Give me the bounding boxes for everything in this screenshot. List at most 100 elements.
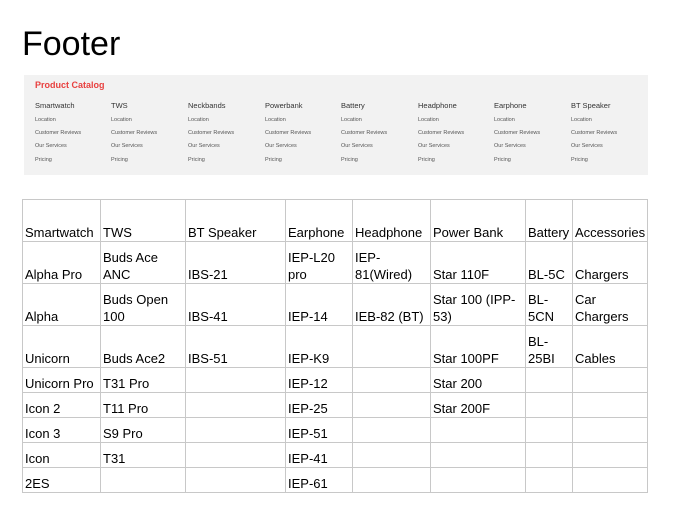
table-cell (185, 442, 286, 468)
table-cell: IEP-81(Wired) (352, 241, 431, 284)
footer-link: Location (494, 117, 515, 123)
table-header-row: Smartwatch TWS BT Speaker Earphone Headphone… (22, 199, 649, 242)
table-cell: IEP-41 (285, 442, 353, 468)
footer-column-heading: Neckbands (188, 101, 226, 110)
table-header-cell: BT Speaker (185, 199, 286, 242)
table-cell (571, 467, 649, 493)
footer-column: Smartwatch Location Customer Reviews Our Se… (35, 101, 107, 169)
table-cell: 2ES (22, 467, 101, 493)
table-cell: BL-5C (525, 241, 573, 284)
table-row: Alpha Buds Open 100 IBS-41 IEP-14 IEB-82 (BT… (22, 283, 649, 326)
table-cell (525, 467, 573, 493)
product-table: Smartwatch TWS BT Speaker Earphone Headphone… (22, 199, 649, 493)
table-cell: Icon (22, 442, 101, 468)
table-cell: Star 110F (430, 241, 526, 284)
table-cell (430, 442, 526, 468)
footer-column-heading: Headphone (418, 101, 457, 110)
table-cell: T31 (100, 442, 186, 468)
table-cell (571, 367, 649, 393)
footer-link: Customer Reviews (35, 130, 82, 137)
footer-column-heading: Powerbank (265, 101, 303, 110)
footer-link: Location (111, 117, 132, 123)
table-cell: BL-25BI (525, 325, 573, 368)
table-cell: Buds Ace2 (100, 325, 186, 368)
footer-link: Customer Reviews (571, 130, 618, 137)
table-row: Icon 3 S9 Pro IEP-51 (22, 417, 649, 443)
footer-link: Location (571, 117, 592, 123)
table-cell (525, 367, 573, 393)
table-header-cell: Earphone (285, 199, 353, 242)
table-cell: Unicorn (22, 325, 101, 368)
table-cell (525, 442, 573, 468)
table-cell (571, 392, 649, 418)
table-cell (352, 467, 431, 493)
table-cell: IEP-14 (285, 283, 353, 326)
table-cell: IBS-51 (185, 325, 286, 368)
footer-link: Pricing (111, 156, 128, 163)
table-cell: IEB-82 (BT) (352, 283, 431, 326)
footer-link: Customer Reviews (111, 130, 158, 137)
footer-link: Our Services (35, 143, 67, 150)
table-cell: Alpha Pro (22, 241, 101, 284)
table-header-cell: Power Bank (430, 199, 526, 242)
table-cell: IEP-25 (285, 392, 353, 418)
table-cell: IEP-L20 pro (285, 241, 353, 284)
footer-link: Our Services (188, 143, 220, 150)
page-title: Footer (22, 25, 121, 63)
footer-link: Our Services (494, 143, 526, 150)
table-cell: Unicorn Pro (22, 367, 101, 393)
table-header-cell: Headphone (352, 199, 431, 242)
footer-link: Our Services (418, 143, 450, 150)
table-cell (352, 417, 431, 443)
table-cell (352, 392, 431, 418)
table-cell (185, 417, 286, 443)
footer-link: Customer Reviews (265, 130, 312, 137)
table-cell: Star 100 (IPP-53) (430, 283, 526, 326)
footer-link: Customer Reviews (418, 130, 465, 137)
table-row: Unicorn Pro T31 Pro IEP-12 Star 200 (22, 367, 649, 393)
table-cell (525, 417, 573, 443)
table-row: Unicorn Buds Ace2 IBS-51 IEP-K9 Star 100PF BL… (22, 325, 649, 368)
table-cell: Buds Open 100 (100, 283, 186, 326)
footer-column: Neckbands Location Customer Reviews Our Ser… (188, 101, 260, 169)
footer-column: Battery Location Customer Reviews Our Servi… (341, 101, 413, 169)
footer-column-heading: BT Speaker (571, 101, 611, 110)
table-header-cell: Smartwatch (22, 199, 101, 242)
footer-link: Customer Reviews (494, 130, 541, 137)
footer-link: Pricing (188, 156, 205, 163)
table-cell (185, 367, 286, 393)
footer-link: Pricing (35, 156, 52, 163)
table-cell: IEP-61 (285, 467, 353, 493)
table-cell (430, 467, 526, 493)
table-cell: Star 200 (430, 367, 526, 393)
footer-link: Customer Reviews (188, 130, 235, 137)
table-cell (571, 442, 649, 468)
footer-link: Pricing (341, 156, 358, 163)
footer-column-heading: Battery (341, 101, 365, 110)
table-cell: T11 Pro (100, 392, 186, 418)
footer-link: Pricing (494, 156, 511, 163)
footer-link: Location (418, 117, 439, 123)
footer-image: Product Catalog Smartwatch Location Custom… (24, 75, 648, 175)
footer-column: Headphone Location Customer Reviews Our Ser… (418, 101, 490, 169)
footer-link: Location (265, 117, 286, 123)
footer-link: Location (35, 117, 56, 123)
table-row: 2ES IEP-61 (22, 467, 649, 493)
footer-column: Earphone Location Customer Reviews Our Serv… (494, 101, 566, 169)
table-cell: IEP-K9 (285, 325, 353, 368)
footer-brand: Product Catalog (35, 80, 105, 90)
table-cell: S9 Pro (100, 417, 186, 443)
table-cell: IEP-51 (285, 417, 353, 443)
table-cell (352, 367, 431, 393)
table-cell (185, 392, 286, 418)
table-header-cell: Accessories (571, 199, 649, 242)
footer-link: Location (341, 117, 362, 123)
table-cell: IEP-12 (285, 367, 353, 393)
table-cell: Cables (571, 325, 649, 368)
footer-link: Pricing (265, 156, 282, 163)
table-cell (525, 392, 573, 418)
footer-link: Our Services (265, 143, 297, 150)
table-cell: Star 200F (430, 392, 526, 418)
footer-link: Pricing (571, 156, 588, 163)
footer-column: TWS Location Customer Reviews Our Services P… (111, 101, 183, 169)
